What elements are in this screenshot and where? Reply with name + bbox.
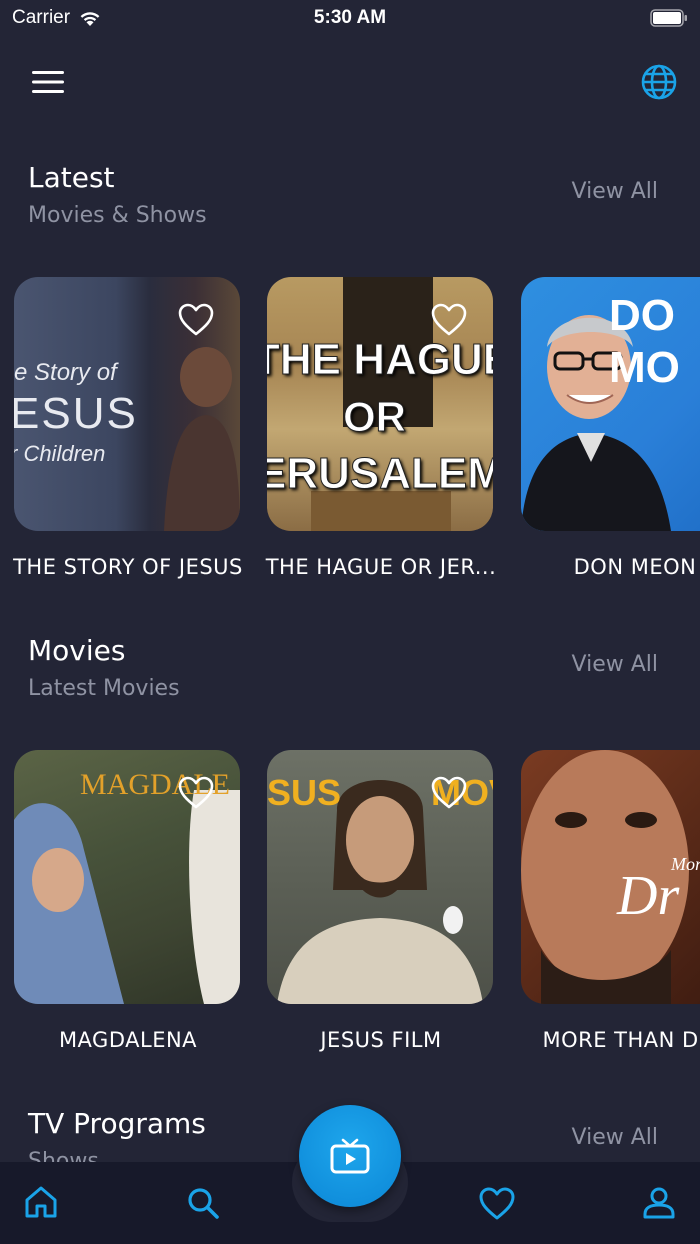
poster-text: Dr (617, 865, 680, 927)
card-title: MAGDALENA (58, 1028, 198, 1052)
poster-text: MO (609, 343, 680, 392)
section-subtitle: Latest Movies (28, 676, 180, 701)
card-title: JESUS FILM (320, 1028, 442, 1052)
menu-icon[interactable] (32, 70, 64, 94)
card-title: THE STORY OF JESUS (13, 555, 243, 579)
poster-text: SUS (267, 772, 342, 813)
card-title: THE HAGUE OR JER... (265, 555, 497, 579)
section-movies: Movies Latest Movies View All MAGDALE MA… (0, 634, 700, 1074)
movie-card[interactable]: SUS MOV JESUS FILM (267, 750, 495, 1052)
heart-icon[interactable] (178, 776, 214, 810)
card-poster[interactable]: THE HAGUE OR ERUSALEM (267, 277, 493, 531)
movie-card[interactable]: DO MO DON MEON (521, 277, 700, 579)
poster-text: r Children (14, 441, 106, 466)
view-all-link[interactable]: View All (572, 652, 658, 677)
heart-icon[interactable] (431, 776, 467, 810)
card-poster[interactable]: More Dr (521, 750, 700, 1004)
card-poster[interactable]: e Story of ESUS r Children (14, 277, 240, 531)
card-poster[interactable]: SUS MOV (267, 750, 493, 1004)
status-time: 5:30 AM (313, 7, 387, 28)
card-poster[interactable]: MAGDALE (14, 750, 240, 1004)
battery-icon (650, 9, 687, 27)
user-icon[interactable] (641, 1185, 677, 1221)
home-icon[interactable] (23, 1184, 59, 1220)
movie-card[interactable]: THE HAGUE OR ERUSALEM THE HAGUE OR JER..… (266, 277, 496, 579)
card-poster[interactable]: DO MO (521, 277, 700, 531)
card-title: DON MEON (573, 555, 697, 579)
globe-icon[interactable] (640, 63, 678, 101)
figure-illustration (164, 347, 240, 531)
view-all-link[interactable]: View All (572, 1125, 658, 1150)
poster-text: e Story of (14, 359, 117, 386)
poster-text: ERUSALEM (267, 449, 493, 499)
poster-text: OR (343, 393, 407, 441)
movie-card[interactable]: MAGDALE MAGDALENA (14, 750, 242, 1052)
section-title: Movies (28, 634, 126, 667)
figure-illustration (14, 790, 240, 1004)
section-subtitle: Movies & Shows (28, 203, 207, 228)
section-title: TV Programs (28, 1107, 206, 1140)
card-carousel[interactable]: e Story of ESUS r Children THE STORY OF … (0, 277, 700, 597)
tv-icon (330, 1138, 370, 1174)
movie-card[interactable]: e Story of ESUS r Children THE STORY OF … (13, 277, 242, 579)
card-carousel[interactable]: MAGDALE MAGDALENA SUS MOV (0, 750, 700, 1070)
movie-card[interactable]: More Dr MORE THAN DRE (521, 750, 700, 1052)
heart-icon[interactable] (479, 1186, 515, 1222)
live-tv-button[interactable] (299, 1105, 401, 1207)
section-latest: Latest Movies & Shows View All e Story o… (0, 161, 700, 601)
poster-text: THE HAGUE (267, 335, 493, 385)
status-bar: Carrier 5:30 AM (0, 0, 700, 36)
search-icon[interactable] (185, 1185, 221, 1221)
view-all-link[interactable]: View All (572, 179, 658, 204)
section-title: Latest (28, 161, 115, 194)
card-title: MORE THAN DRE (542, 1028, 700, 1052)
poster-text: ESUS (14, 389, 138, 438)
poster-text: DO (609, 291, 675, 340)
heart-icon[interactable] (178, 303, 214, 337)
heart-icon[interactable] (431, 303, 467, 337)
